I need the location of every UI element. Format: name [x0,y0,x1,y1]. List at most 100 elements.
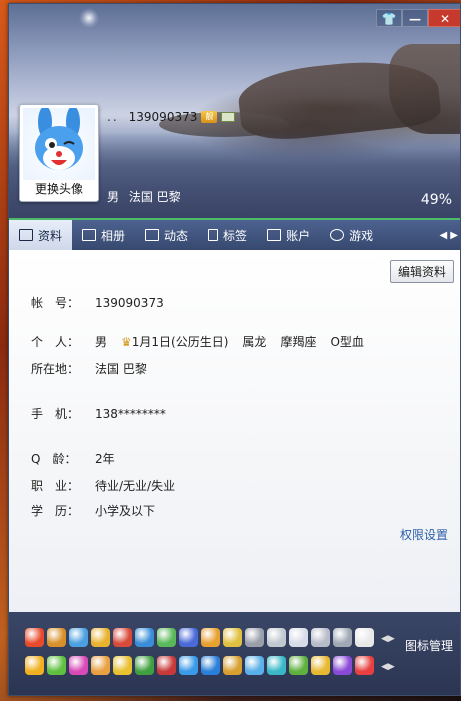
wallet-icon [267,229,282,241]
bookmark-icon [208,229,219,241]
vip-badge-icon[interactable]: 靓 [201,111,218,123]
service-app-icon[interactable] [47,656,66,675]
account-value: 139090373 [95,295,164,310]
personal-values: 男 ♛1月1日(公历生日) 属龙 摩羯座 O型血 [95,333,364,350]
tab-tags[interactable]: 标签 [198,220,257,250]
tab-album[interactable]: 相册 [72,220,135,250]
service-app-icon[interactable] [179,656,198,675]
service-app-icon[interactable] [135,628,154,647]
mail-icon[interactable] [221,112,236,122]
service-app-icon[interactable] [289,628,308,647]
profile-completion[interactable]: 49% [421,192,452,208]
field-label: 手 机： [31,407,80,421]
tab-label: 游戏 [349,228,374,243]
profile-window: 👕 — ✕ 更换头像 .. 139090373 靓 男 法国 巴黎 49% 资料… [8,3,461,696]
service-app-icon[interactable] [47,628,66,647]
service-app-icon[interactable] [333,656,352,675]
service-app-icon[interactable] [355,628,374,647]
icon-row-scroll-icon[interactable]: ◀▶ [381,662,395,672]
service-app-icon[interactable] [113,656,132,675]
profile-details-panel: 编辑资料 帐 号： 139090373 个 人： 男 ♛1月1日(公历生日) 属… [9,250,460,612]
birthday: ♛1月1日(公历生日) [121,335,229,349]
service-app-icon[interactable] [135,656,154,675]
zodiac: 属龙 [242,335,267,349]
education-value: 小学及以下 [95,504,156,518]
field-label: 学 历： [31,504,80,518]
icon-row-scroll-icon[interactable]: ◀▶ [381,634,395,644]
service-app-icon[interactable] [311,628,330,647]
edit-profile-button[interactable]: 编辑资料 [389,260,454,283]
photo-album-icon [82,229,97,241]
game-icon [330,229,345,241]
tab-label: 动态 [164,228,189,243]
service-app-icon[interactable] [223,656,242,675]
service-app-icon[interactable] [25,628,44,647]
phone-field: 手 机： 138******** [31,405,166,422]
service-app-icon[interactable] [289,656,308,675]
feed-list-icon [145,229,160,241]
service-app-icon[interactable] [157,628,176,647]
service-app-icon[interactable] [223,628,242,647]
tshirt-icon[interactable]: 👕 [376,9,402,27]
tab-label: 标签 [223,228,248,243]
tab-label: 相册 [101,228,126,243]
tab-label: 资料 [38,228,63,243]
service-app-icon[interactable] [157,656,176,675]
service-icons-row-1 [25,628,374,647]
job-value: 待业/无业/失业 [95,479,176,493]
field-label: 个 人： [31,335,80,349]
service-app-icon[interactable] [113,628,132,647]
gender-location: 男 法国 巴黎 [107,188,181,205]
service-app-icon[interactable] [355,656,374,675]
nickname: .. [107,110,119,124]
change-avatar-label[interactable]: 更换头像 [20,180,98,197]
phone-value: 138******** [95,406,166,421]
icon-manage-button[interactable]: 图标管理 [405,637,453,654]
profile-tabs: 资料 相册 动态 标签 账户 游戏 ◀ ▶ [9,218,460,250]
constellation: 摩羯座 [280,335,317,349]
education-field: 学 历： 小学及以下 [31,502,155,519]
service-app-icon[interactable] [245,656,264,675]
crown-icon: ♛ [121,335,132,349]
service-icons-row-2 [25,656,374,675]
location-field: 所在地： 法国 巴黎 [31,360,147,377]
qage-field: Q 龄： 2年 [31,450,115,467]
minimize-icon[interactable]: — [402,9,428,27]
service-app-icon[interactable] [311,656,330,675]
service-app-icon[interactable] [91,628,110,647]
nickname-row: .. 139090373 靓 [107,110,236,124]
avatar[interactable]: 更换头像 [19,104,99,202]
tab-account[interactable]: 账户 [257,220,320,250]
service-app-icon[interactable] [69,656,88,675]
personal-gender: 男 [95,335,108,349]
close-icon[interactable]: ✕ [428,9,460,27]
service-icon-bar: ◀▶ ◀▶ 图标管理 [9,612,460,695]
permission-settings-link[interactable]: 权限设置 [400,526,448,543]
field-label: 帐 号： [31,296,80,310]
personal-field: 个 人： 男 ♛1月1日(公历生日) 属龙 摩羯座 O型血 [31,333,364,350]
service-app-icon[interactable] [245,628,264,647]
account-field: 帐 号： 139090373 [31,294,164,311]
service-app-icon[interactable] [267,656,286,675]
service-app-icon[interactable] [25,656,44,675]
qq-number: 139090373 [128,110,198,124]
tab-games[interactable]: 游戏 [320,220,383,250]
blood-type: O型血 [330,335,364,349]
tab-profile[interactable]: 资料 [9,220,73,250]
profile-card-icon [19,229,33,241]
profile-header-banner: 👕 — ✕ 更换头像 .. 139090373 靓 男 法国 巴黎 49% [9,4,460,218]
field-label: 职 业： [31,479,80,493]
qage-value: 2年 [95,452,115,466]
service-app-icon[interactable] [179,628,198,647]
job-field: 职 业： 待业/无业/失业 [31,477,175,494]
service-app-icon[interactable] [91,656,110,675]
tab-feed[interactable]: 动态 [135,220,198,250]
tab-scroll-arrows-icon[interactable]: ◀ ▶ [439,230,460,241]
service-app-icon[interactable] [201,656,220,675]
service-app-icon[interactable] [201,628,220,647]
service-app-icon[interactable] [69,628,88,647]
service-app-icon[interactable] [267,628,286,647]
gender-text: 男 [107,190,120,204]
service-app-icon[interactable] [333,628,352,647]
field-label: Q 龄： [31,452,77,466]
